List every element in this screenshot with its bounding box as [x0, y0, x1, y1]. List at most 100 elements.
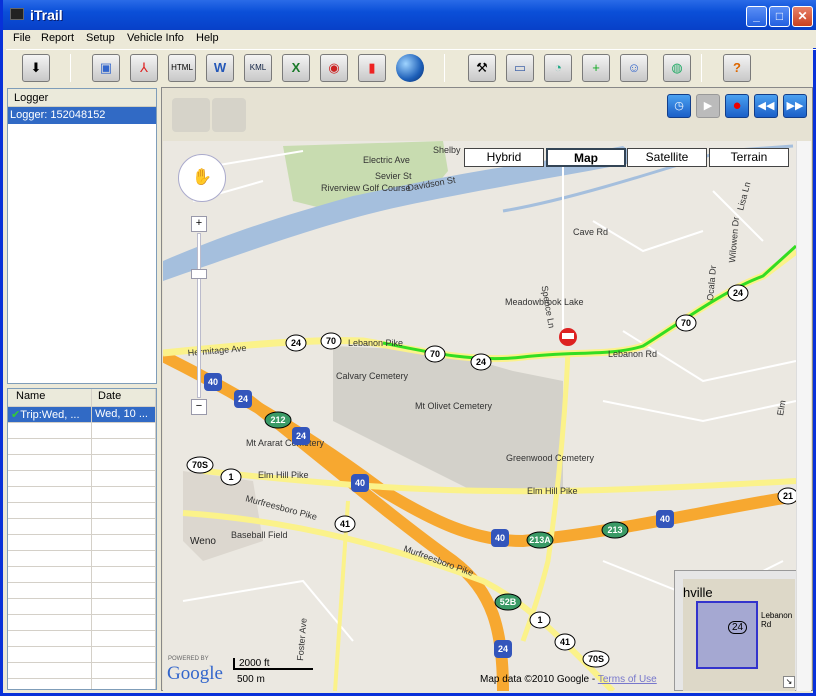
table-row[interactable] [8, 519, 156, 535]
trip-name-cell: ✔Trip:Wed, ... [8, 407, 92, 422]
table-row[interactable] [8, 535, 156, 551]
table-row[interactable] [8, 455, 156, 471]
route-shield: 1 [220, 468, 242, 486]
map-type-satellite[interactable]: Satellite [627, 148, 707, 167]
pie-report-button[interactable]: ◔ [544, 54, 572, 82]
rewind-button[interactable]: ◀◀ [754, 94, 778, 118]
map-report-button[interactable]: ▣ [92, 54, 120, 82]
zoom-slider-track[interactable] [197, 233, 201, 398]
pan-control[interactable]: ✋ [178, 154, 226, 202]
kml-button[interactable]: KML [244, 54, 272, 82]
excel-button[interactable]: X [282, 54, 310, 82]
overview-toggle-button[interactable]: ↘ [783, 676, 795, 688]
word-button[interactable]: W [206, 54, 234, 82]
network-icon: ◍ [671, 60, 683, 75]
settings-button[interactable]: ⚒ [468, 54, 496, 82]
overview-map[interactable]: hville 24 Lebanon Rd ↘ [674, 570, 798, 691]
empty-cell [8, 503, 92, 518]
table-row[interactable] [8, 583, 156, 599]
svg-text:Foster Ave: Foster Ave [295, 618, 309, 662]
empty-cell [92, 439, 156, 454]
logger-item[interactable]: Logger: 152048152 [8, 107, 156, 124]
svg-text:Weno: Weno [190, 536, 216, 547]
map-type-hybrid[interactable]: Hybrid [464, 148, 544, 167]
scale-imperial: 2000 ft [233, 658, 313, 670]
column-name[interactable]: Name [8, 389, 92, 406]
maximize-button[interactable]: □ [769, 6, 790, 27]
svg-text:Riverview Golf Course: Riverview Golf Course [321, 183, 411, 193]
table-row[interactable] [8, 439, 156, 455]
map-view[interactable]: Shelby Electric Ave Sevier St Davidson S… [163, 141, 811, 691]
close-button[interactable]: ✕ [792, 6, 813, 27]
excel-icon: X [291, 60, 301, 75]
help-button[interactable]: ? [723, 54, 751, 82]
svg-text:Sevier St: Sevier St [375, 171, 412, 181]
map-report-icon: ▣ [99, 60, 113, 75]
column-date[interactable]: Date [92, 389, 156, 406]
menu-report[interactable]: Report [41, 32, 74, 44]
speed-button[interactable]: ◷ [667, 94, 691, 118]
empty-cell [8, 567, 92, 582]
add-vehicle-button[interactable]: + [582, 54, 610, 82]
table-row[interactable] [8, 615, 156, 631]
menu-setup[interactable]: Setup [86, 32, 115, 44]
app-icon [10, 8, 24, 20]
globe-button[interactable] [396, 54, 424, 82]
zoom-slider-handle[interactable] [191, 269, 207, 279]
menu-vehicle-info[interactable]: Vehicle Info [127, 32, 184, 44]
route-shield: 52B [494, 593, 522, 611]
map-type-map[interactable]: Map [546, 148, 626, 167]
table-row[interactable] [8, 663, 156, 679]
vehicle-marker[interactable] [559, 328, 577, 346]
menu-file[interactable]: File [13, 32, 31, 44]
powered-by: POWERED BY [168, 656, 209, 662]
table-row[interactable] [8, 503, 156, 519]
logger-header[interactable]: Logger [8, 89, 156, 107]
svg-text:24: 24 [498, 644, 508, 654]
pdf-button[interactable]: ⅄ [130, 54, 158, 82]
route-shield: 24 [470, 353, 492, 371]
menu-help[interactable]: Help [196, 32, 219, 44]
overview-shield: 24 [728, 621, 748, 634]
zoom-out-button[interactable]: − [191, 399, 207, 415]
chart-button[interactable]: ▮ [358, 54, 386, 82]
route-shield: 41 [554, 633, 576, 651]
overview-viewport[interactable] [696, 601, 758, 669]
table-row[interactable] [8, 599, 156, 615]
app-window: iTrail _ □ ✕ File Report Setup Vehicle I… [0, 0, 816, 696]
table-row[interactable] [8, 647, 156, 663]
add-driver-button[interactable]: ☺ [620, 54, 648, 82]
empty-cell [8, 519, 92, 534]
html-button[interactable]: HTML [168, 54, 196, 82]
play-button[interactable]: ▶ [696, 94, 720, 118]
svg-text:52B: 52B [500, 597, 517, 607]
stop-marker-button[interactable] [172, 98, 210, 132]
table-row[interactable]: ✔Trip:Wed, ... Wed, 10 ... [8, 407, 156, 423]
map-type-terrain[interactable]: Terrain [709, 148, 789, 167]
table-row[interactable] [8, 551, 156, 567]
fast-forward-button[interactable]: ▶▶ [783, 94, 807, 118]
overview-city: hville [683, 585, 713, 600]
table-row[interactable] [8, 487, 156, 503]
download-button[interactable]: ⬇ [22, 54, 50, 82]
table-row[interactable] [8, 567, 156, 583]
speed-marker-button[interactable] [212, 98, 246, 132]
table-row[interactable] [8, 423, 156, 439]
network-button[interactable]: ◍ [663, 54, 691, 82]
svg-text:24: 24 [733, 288, 743, 298]
table-row[interactable] [8, 471, 156, 487]
table-row[interactable] [8, 679, 156, 689]
terms-of-use-link[interactable]: Terms of Use [598, 674, 657, 685]
svg-text:40: 40 [660, 514, 670, 524]
video-button[interactable]: ◉ [320, 54, 348, 82]
map-scrollbar[interactable] [796, 141, 811, 691]
rewind-icon: ◀◀ [757, 100, 775, 112]
minimize-button[interactable]: _ [746, 6, 767, 27]
table-row[interactable] [8, 631, 156, 647]
logger-panel: Logger Logger: 152048152 [7, 88, 157, 384]
svg-text:41: 41 [340, 519, 350, 529]
folder-button[interactable]: ▭ [506, 54, 534, 82]
record-button[interactable]: ● [725, 94, 749, 118]
record-icon: ● [732, 97, 742, 114]
zoom-in-button[interactable]: + [191, 216, 207, 232]
